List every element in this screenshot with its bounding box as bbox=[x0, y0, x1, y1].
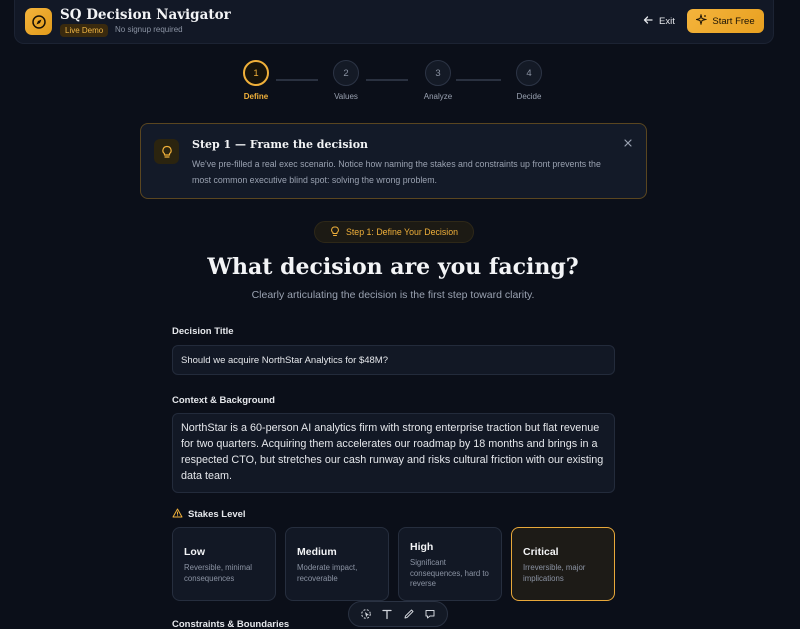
start-free-label: Start Free bbox=[712, 15, 755, 27]
step-pill-label: Step 1: Define Your Decision bbox=[346, 227, 458, 237]
floating-toolbar bbox=[348, 601, 448, 627]
stake-option-high[interactable]: High Significant consequences, hard to r… bbox=[398, 527, 502, 601]
stake-title: Medium bbox=[297, 546, 337, 558]
step-1-label: Define bbox=[243, 92, 269, 101]
progress-stepper: 1 Define 2 Values 3 Analyze 4 Decide bbox=[0, 60, 800, 104]
step-2-label: Values bbox=[334, 92, 358, 101]
start-free-button[interactable]: Start Free bbox=[687, 9, 764, 33]
stake-desc: Significant consequences, hard to revers… bbox=[410, 558, 489, 588]
page-subtitle: Clearly articulating the decision is the… bbox=[251, 289, 535, 301]
pen-icon[interactable] bbox=[402, 607, 416, 621]
constraints-label: Constraints & Boundaries bbox=[172, 619, 290, 629]
stakes-level-label: Stakes Level bbox=[172, 508, 246, 521]
text-icon[interactable] bbox=[380, 607, 394, 621]
step-4-label: Decide bbox=[516, 92, 542, 101]
lightbulb-icon bbox=[330, 226, 340, 239]
stake-desc: Irreversible, major implications bbox=[523, 563, 586, 583]
step-pill: Step 1: Define Your Decision bbox=[314, 221, 474, 243]
step-3-label: Analyze bbox=[423, 92, 453, 101]
lightbulb-icon bbox=[154, 139, 179, 164]
tip-body: We've pre-filled a real exec scenario. N… bbox=[192, 159, 601, 185]
stakes-level-text: Stakes Level bbox=[188, 509, 246, 520]
stake-option-low[interactable]: Low Reversible, minimal consequences bbox=[172, 527, 276, 601]
exit-button[interactable]: Exit bbox=[643, 12, 675, 30]
decision-title-input[interactable] bbox=[172, 345, 615, 375]
stake-option-critical[interactable]: Critical Irreversible, major implication… bbox=[511, 527, 615, 601]
app-title: SQ Decision Navigator bbox=[60, 7, 231, 23]
comment-icon[interactable] bbox=[423, 607, 437, 621]
tip-title: Step 1 — Frame the decision bbox=[192, 138, 369, 151]
context-label: Context & Background bbox=[172, 395, 275, 406]
no-signup-text: No signup required bbox=[115, 25, 183, 34]
step-connector bbox=[366, 79, 408, 81]
step-1-circle[interactable]: 1 bbox=[243, 60, 269, 86]
compass-icon bbox=[25, 8, 52, 35]
sparkle-icon bbox=[695, 13, 708, 28]
exit-label: Exit bbox=[659, 15, 675, 27]
page-title: What decision are you facing? bbox=[207, 254, 579, 280]
stake-title: Critical bbox=[523, 546, 559, 558]
step-2-circle[interactable]: 2 bbox=[333, 60, 359, 86]
stake-desc: Moderate impact, recoverable bbox=[297, 563, 358, 583]
stake-title: High bbox=[410, 541, 434, 553]
arrow-left-icon bbox=[643, 15, 653, 28]
select-icon[interactable] bbox=[359, 607, 373, 621]
stake-title: Low bbox=[184, 546, 205, 558]
decision-title-label: Decision Title bbox=[172, 326, 234, 337]
step-connector bbox=[456, 79, 501, 81]
step-4-circle[interactable]: 4 bbox=[516, 60, 542, 86]
stake-option-medium[interactable]: Medium Moderate impact, recoverable bbox=[285, 527, 389, 601]
step-connector bbox=[276, 79, 318, 81]
stake-desc: Reversible, minimal consequences bbox=[184, 563, 253, 583]
live-demo-badge: Live Demo bbox=[60, 24, 109, 37]
context-textarea[interactable]: NorthStar is a 60-person AI analytics fi… bbox=[172, 413, 615, 493]
close-icon[interactable] bbox=[622, 136, 634, 148]
step-3-circle[interactable]: 3 bbox=[425, 60, 451, 86]
warning-icon bbox=[172, 508, 183, 521]
top-bar: SQ Decision Navigator Live Demo No signu… bbox=[14, 0, 774, 44]
tip-card: Step 1 — Frame the decision We've pre-fi… bbox=[140, 123, 647, 199]
